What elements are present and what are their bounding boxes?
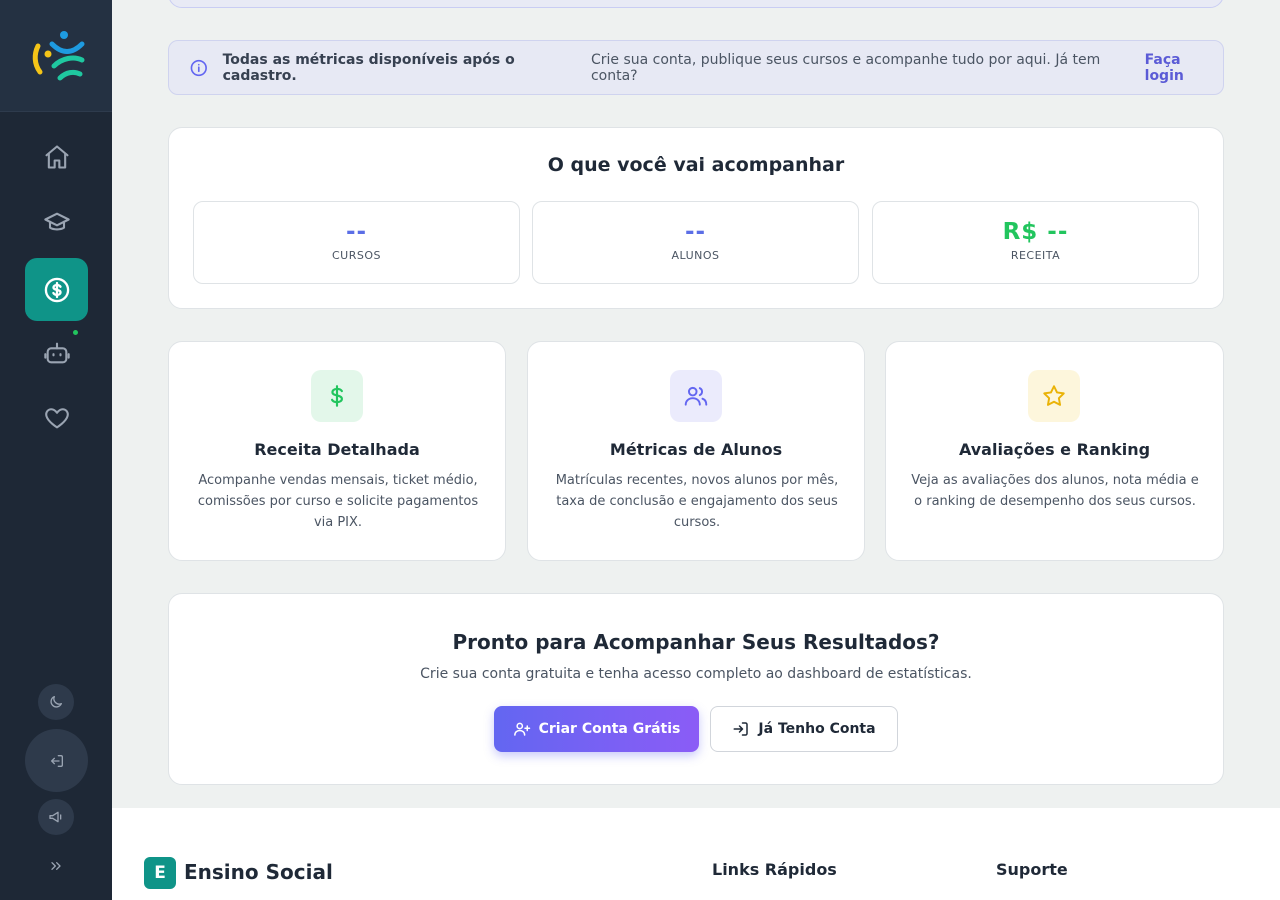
metric-students: -- ALUNOS <box>532 201 859 284</box>
users-icon <box>684 386 708 406</box>
metric-value: -- <box>684 219 707 245</box>
feature-description: Matrículas recentes, novos alunos por mê… <box>555 473 839 530</box>
feature-description: Acompanhe vendas mensais, ticket médio, … <box>197 473 479 530</box>
previous-banner <box>168 0 1224 8</box>
theme-toggle[interactable] <box>38 684 74 720</box>
metric-label: CURSOS <box>332 249 381 262</box>
have-account-button[interactable]: Já Tenho Conta <box>710 706 898 752</box>
create-account-label: Criar Conta Grátis <box>538 721 681 737</box>
feature-icon-box <box>670 370 722 422</box>
bot-status-dot <box>73 330 78 335</box>
dollar-circle-icon <box>44 277 69 302</box>
have-account-label: Já Tenho Conta <box>758 721 876 737</box>
cta-title: Pronto para Acompanhar Seus Resultados? <box>452 630 940 654</box>
feature-card-students: Métricas de Alunos Matrículas recentes, … <box>527 341 865 561</box>
tracking-title: O que você vai acompanhar <box>547 154 845 176</box>
footer: E Ensino Social Links Rápidos Suporte <box>112 808 1280 900</box>
megaphone-icon <box>49 811 62 823</box>
home-icon <box>44 144 69 169</box>
metric-label: ALUNOS <box>671 249 720 262</box>
feature-description: Veja as avaliações dos alunos, nota médi… <box>911 473 1199 509</box>
footer-support-heading: Suporte <box>996 860 1068 879</box>
feature-title: Métricas de Alunos <box>609 440 783 459</box>
create-account-button[interactable]: Criar Conta Grátis <box>494 706 699 752</box>
logo[interactable] <box>0 0 112 112</box>
feature-title: Receita Detalhada <box>254 440 420 459</box>
cta-subtitle: Crie sua conta gratuita e tenha acesso c… <box>420 666 972 682</box>
brand-logo: E <box>144 857 176 889</box>
nav-bot[interactable] <box>25 321 88 384</box>
graduation-cap-icon <box>43 212 70 230</box>
sidebar <box>0 0 112 900</box>
info-banner: Todas as métricas disponíveis após o cad… <box>168 40 1224 95</box>
metric-revenue: R$ -- RECEITA <box>872 201 1199 284</box>
nav-home[interactable] <box>25 125 88 188</box>
nav-finance[interactable] <box>25 258 88 321</box>
main-content: Todas as métricas disponíveis após o cad… <box>112 0 1280 808</box>
brand-name: Ensino Social <box>184 860 333 884</box>
feature-card-ratings: Avaliações e Ranking Veja as avaliações … <box>885 341 1224 561</box>
star-icon <box>1043 385 1065 406</box>
nav-courses[interactable] <box>25 191 88 254</box>
bot-icon <box>43 342 70 363</box>
user-plus-icon <box>513 722 530 736</box>
logout-button[interactable] <box>25 729 88 792</box>
logo-icon <box>32 30 85 80</box>
login-link[interactable]: Faça login <box>1145 52 1223 84</box>
login-icon <box>733 722 749 736</box>
banner-text: Crie sua conta, publique seus cursos e a… <box>590 51 1101 84</box>
feature-icon-box <box>1028 370 1080 422</box>
metric-value: -- <box>345 219 368 245</box>
logout-icon <box>50 754 63 767</box>
metric-courses: -- CURSOS <box>193 201 520 284</box>
metric-label: RECEITA <box>1010 249 1061 262</box>
banner-bold-text: Todas as métricas disponíveis após o cad… <box>222 51 515 84</box>
nav-favorites[interactable] <box>25 386 88 449</box>
cta-card: Pronto para Acompanhar Seus Resultados? … <box>168 593 1224 785</box>
chevrons-right-icon <box>51 862 61 870</box>
tracking-card: O que você vai acompanhar -- CURSOS -- A… <box>168 127 1224 309</box>
feature-icon-box <box>311 370 363 422</box>
expand-sidebar-button[interactable] <box>38 848 74 884</box>
info-icon <box>190 59 207 76</box>
feature-card-revenue: Receita Detalhada Acompanhe vendas mensa… <box>168 341 506 561</box>
moon-icon <box>50 696 62 708</box>
footer-quick-links-heading: Links Rápidos <box>712 860 837 879</box>
dollar-icon <box>330 385 343 407</box>
feature-title: Avaliações e Ranking <box>958 440 1151 459</box>
announcements-button[interactable] <box>38 799 74 835</box>
metric-value: R$ -- <box>1002 219 1069 245</box>
heart-icon <box>44 407 69 428</box>
